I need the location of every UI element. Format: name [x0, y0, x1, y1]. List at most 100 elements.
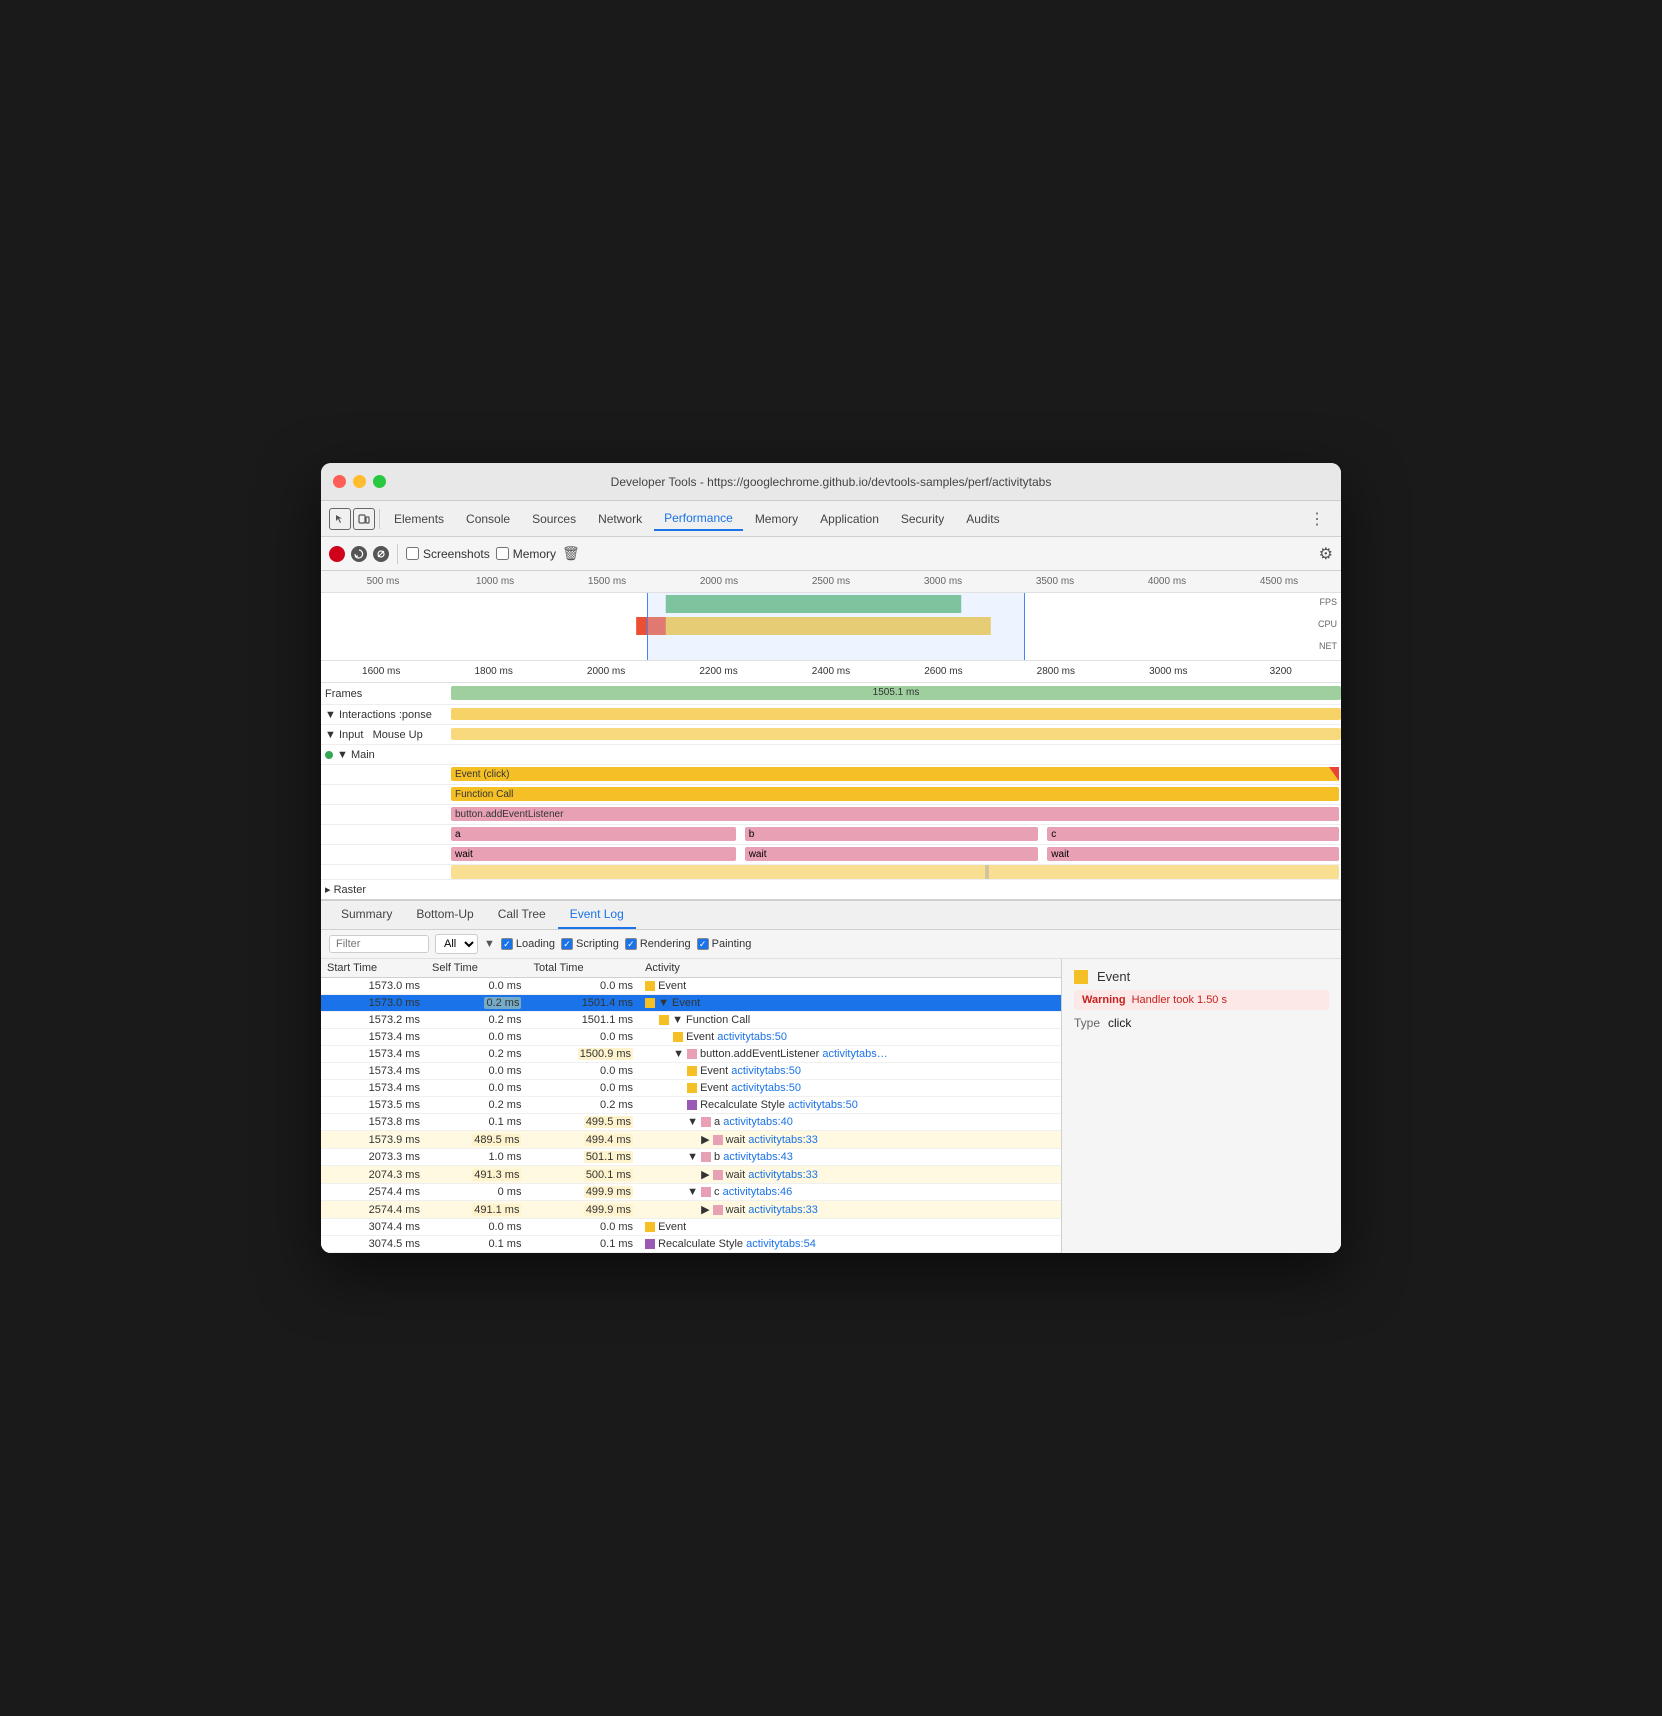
tab-audits[interactable]: Audits	[956, 508, 1009, 530]
activity-link[interactable]: activitytabs:33	[748, 1204, 818, 1216]
activity-color-icon	[687, 1066, 697, 1076]
clear-button[interactable]	[373, 546, 389, 562]
activity-color-icon	[713, 1205, 723, 1215]
activity-color-icon	[701, 1187, 711, 1197]
screenshots-checkbox-label[interactable]: Screenshots	[406, 547, 490, 561]
start-time-cell: 1573.8 ms	[321, 1114, 426, 1131]
tab-elements[interactable]: Elements	[384, 508, 454, 530]
table-row[interactable]: 1573.4 ms 0.0 ms 0.0 ms Event activityta…	[321, 1063, 1061, 1080]
memory-checkbox-label[interactable]: Memory	[496, 547, 556, 561]
tab-application[interactable]: Application	[810, 508, 889, 530]
function-call-row: Function Call	[321, 785, 1341, 805]
tab-performance[interactable]: Performance	[654, 507, 743, 531]
ruler-mark-3: 1500 ms	[551, 576, 663, 587]
painting-check[interactable]: ✓ Painting	[697, 938, 752, 950]
table-row[interactable]: 2073.3 ms 1.0 ms 501.1 ms ▼ b activityta…	[321, 1149, 1061, 1166]
right-panel: Event Warning Handler took 1.50 s Type c…	[1061, 959, 1341, 1253]
loading-check[interactable]: ✓ Loading	[501, 938, 555, 950]
activity-link[interactable]: activitytabs:33	[748, 1134, 818, 1146]
start-time-cell: 2073.3 ms	[321, 1149, 426, 1166]
total-time-cell: 0.2 ms	[527, 1097, 639, 1114]
activity-cell: Event	[639, 978, 1061, 995]
tab-memory[interactable]: Memory	[745, 508, 808, 530]
device-toggle-button[interactable]	[353, 508, 375, 530]
timeline-selection[interactable]	[647, 593, 1024, 660]
reload-record-button[interactable]	[351, 546, 367, 562]
table-row[interactable]: 1573.9 ms 489.5 ms 499.4 ms ▶ wait activ…	[321, 1131, 1061, 1149]
self-time-cell: 491.1 ms	[426, 1201, 527, 1219]
table-row[interactable]: 2574.4 ms 0 ms 499.9 ms ▼ c activitytabs…	[321, 1184, 1061, 1201]
tab-event-log[interactable]: Event Log	[558, 901, 636, 929]
filter-select[interactable]: All	[435, 934, 478, 954]
activity-link[interactable]: activitytabs:43	[723, 1151, 793, 1163]
memory-checkbox[interactable]	[496, 547, 509, 560]
self-time-cell: 489.5 ms	[426, 1131, 527, 1149]
tab-sources[interactable]: Sources	[522, 508, 586, 530]
total-time-cell: 0.0 ms	[527, 978, 639, 995]
table-row[interactable]: 3074.4 ms 0.0 ms 0.0 ms Event	[321, 1219, 1061, 1236]
activity-color-icon	[687, 1049, 697, 1059]
table-row[interactable]: 1573.0 ms 0.2 ms 1501.4 ms ▼ Event	[321, 995, 1061, 1012]
record-button[interactable]	[329, 546, 345, 562]
screenshots-checkbox[interactable]	[406, 547, 419, 560]
start-time-cell: 2574.4 ms	[321, 1201, 426, 1219]
rendering-check[interactable]: ✓ Rendering	[625, 938, 691, 950]
event-log-table-container[interactable]: Start Time Self Time Total Time Activity…	[321, 959, 1061, 1253]
table-row[interactable]: 1573.4 ms 0.0 ms 0.0 ms Event activityta…	[321, 1080, 1061, 1097]
table-row[interactable]: 2574.4 ms 491.1 ms 499.9 ms ▶ wait activ…	[321, 1201, 1061, 1219]
tab-security[interactable]: Security	[891, 508, 954, 530]
self-time-cell: 0.2 ms	[426, 1012, 527, 1029]
bottom-content: Start Time Self Time Total Time Activity…	[321, 959, 1341, 1253]
activity-link[interactable]: activitytabs…	[822, 1048, 887, 1060]
activity-link[interactable]: activitytabs:50	[717, 1031, 787, 1043]
activity-cell: Recalculate Style activitytabs:54	[639, 1236, 1061, 1253]
total-time-cell: 0.0 ms	[527, 1029, 639, 1046]
raster-row: ▸ Raster	[321, 879, 1341, 899]
filter-bar: All ▼ ✓ Loading ✓ Scripting ✓ Rendering …	[321, 930, 1341, 959]
filter-dropdown-arrow[interactable]: ▼	[484, 938, 495, 950]
filter-input[interactable]	[329, 935, 429, 953]
start-time-cell: 1573.5 ms	[321, 1097, 426, 1114]
traffic-lights	[333, 475, 386, 488]
activity-color-icon	[645, 981, 655, 991]
event-color-icon	[1074, 970, 1088, 984]
tab-console[interactable]: Console	[456, 508, 520, 530]
table-row[interactable]: 1573.8 ms 0.1 ms 499.5 ms ▼ a activityta…	[321, 1114, 1061, 1131]
activity-link[interactable]: activitytabs:33	[748, 1169, 818, 1181]
close-button[interactable]	[333, 475, 346, 488]
fps-label: FPS	[1319, 597, 1337, 607]
total-time-cell: 499.4 ms	[527, 1131, 639, 1149]
table-row[interactable]: 1573.5 ms 0.2 ms 0.2 ms Recalculate Styl…	[321, 1097, 1061, 1114]
window-title: Developer Tools - https://googlechrome.g…	[611, 475, 1052, 489]
scripting-check[interactable]: ✓ Scripting	[561, 938, 619, 950]
tab-summary[interactable]: Summary	[329, 901, 404, 929]
tab-call-tree[interactable]: Call Tree	[486, 901, 558, 929]
activity-link[interactable]: activitytabs:46	[723, 1186, 793, 1198]
activity-link[interactable]: activitytabs:54	[746, 1238, 816, 1250]
settings-button[interactable]: ⚙	[1319, 544, 1333, 564]
trash-button[interactable]: 🗑	[562, 545, 580, 562]
activity-cell: ▼ button.addEventListener activitytabs…	[639, 1046, 1061, 1063]
inspect-element-button[interactable]	[329, 508, 351, 530]
table-row[interactable]: 1573.2 ms 0.2 ms 1501.1 ms ▼ Function Ca…	[321, 1012, 1061, 1029]
minimize-button[interactable]	[353, 475, 366, 488]
table-row[interactable]: 1573.0 ms 0.0 ms 0.0 ms Event	[321, 978, 1061, 995]
table-row[interactable]: 3074.5 ms 0.1 ms 0.1 ms Recalculate Styl…	[321, 1236, 1061, 1253]
start-time-cell: 2574.4 ms	[321, 1184, 426, 1201]
activity-link[interactable]: activitytabs:40	[723, 1116, 793, 1128]
more-tools-button[interactable]: ⋮	[1301, 505, 1333, 533]
top-ruler: 500 ms 1000 ms 1500 ms 2000 ms 2500 ms 3…	[321, 571, 1341, 593]
activity-link[interactable]: activitytabs:50	[788, 1099, 858, 1111]
activity-cell: ▶ wait activitytabs:33	[639, 1131, 1061, 1149]
warning-text: Handler took 1.50 s	[1132, 994, 1227, 1006]
table-row[interactable]: 2074.3 ms 491.3 ms 500.1 ms ▶ wait activ…	[321, 1166, 1061, 1184]
tab-bottom-up[interactable]: Bottom-Up	[404, 901, 485, 929]
table-row[interactable]: 1573.4 ms 0.0 ms 0.0 ms Event activityta…	[321, 1029, 1061, 1046]
tab-network[interactable]: Network	[588, 508, 652, 530]
table-row[interactable]: 1573.4 ms 0.2 ms 1500.9 ms ▼ button.addE…	[321, 1046, 1061, 1063]
maximize-button[interactable]	[373, 475, 386, 488]
bottom-panel: Summary Bottom-Up Call Tree Event Log Al…	[321, 901, 1341, 1253]
self-time-cell: 1.0 ms	[426, 1149, 527, 1166]
activity-link[interactable]: activitytabs:50	[731, 1065, 801, 1077]
activity-link[interactable]: activitytabs:50	[731, 1082, 801, 1094]
